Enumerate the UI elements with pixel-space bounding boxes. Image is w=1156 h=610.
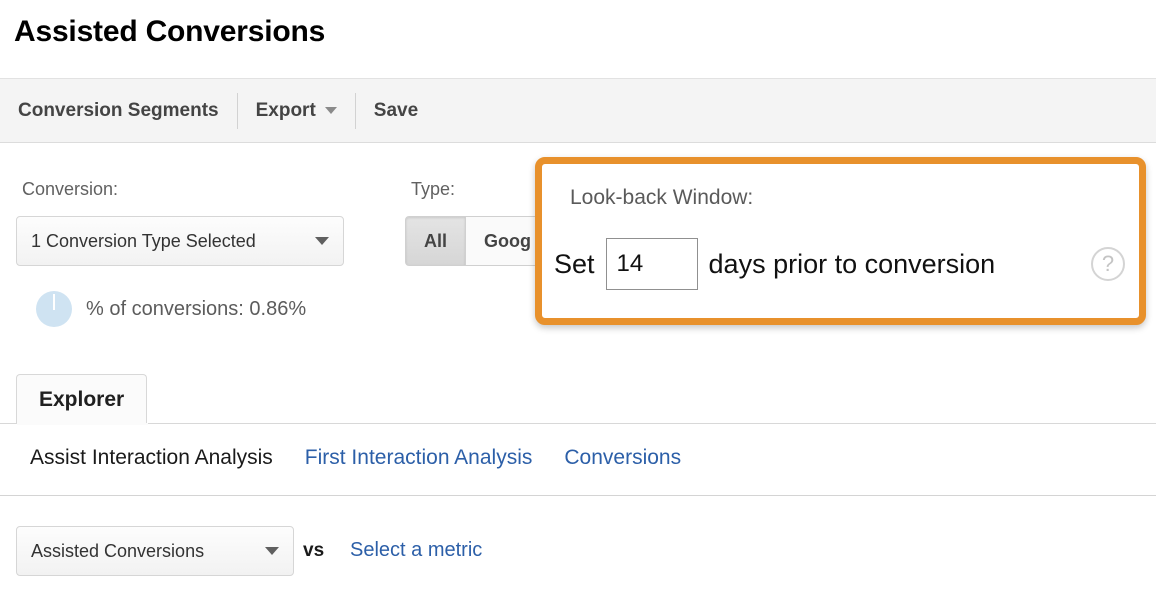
percent-of-conversions: % of conversions: 0.86% (36, 291, 306, 327)
type-field-label: Type: (411, 179, 456, 199)
look-back-window-row: Set days prior to conversion ? (554, 238, 1125, 290)
sublink-assist-interaction-analysis[interactable]: Assist Interaction Analysis (30, 446, 273, 470)
pie-chart-icon (36, 291, 72, 327)
export-button[interactable]: Export (238, 93, 355, 129)
look-back-suffix-label: days prior to conversion (708, 248, 996, 279)
chevron-down-icon (265, 547, 279, 555)
type-toggle-all[interactable]: All (405, 216, 467, 266)
type-toggle-all-label: All (424, 230, 448, 251)
analysis-link-row: Assist Interaction Analysis First Intera… (30, 446, 681, 470)
tab-bar-underline (0, 423, 1156, 424)
percent-of-conversions-label: % of conversions: 0.86% (86, 297, 307, 320)
page-title: Assisted Conversions (14, 15, 326, 48)
vs-label: vs (303, 540, 325, 561)
tab-active-indicator (17, 423, 148, 425)
type-toggle-group: All Goog (405, 216, 551, 266)
look-back-days-input[interactable] (605, 238, 698, 290)
content-divider (0, 495, 1156, 496)
conversion-segments-button[interactable]: Conversion Segments (0, 93, 237, 129)
look-back-window-callout: Look-back Window: Set days prior to conv… (535, 157, 1146, 325)
primary-metric-dropdown[interactable]: Assisted Conversions (16, 526, 294, 576)
export-label: Export (255, 99, 316, 121)
conversion-type-dropdown[interactable]: 1 Conversion Type Selected (16, 216, 344, 266)
conversion-type-dropdown-value: 1 Conversion Type Selected (31, 230, 256, 251)
main-toolbar: Conversion Segments Export Save (0, 78, 1156, 143)
save-label: Save (373, 99, 419, 121)
save-button[interactable]: Save (356, 93, 436, 129)
tab-explorer-label: Explorer (39, 387, 125, 411)
sublink-first-interaction-analysis[interactable]: First Interaction Analysis (305, 446, 533, 470)
help-glyph: ? (1101, 251, 1115, 276)
primary-metric-dropdown-value: Assisted Conversions (31, 540, 205, 561)
tab-explorer[interactable]: Explorer (16, 374, 148, 424)
conversion-field-label: Conversion: (22, 179, 119, 199)
select-a-metric-link[interactable]: Select a metric (350, 539, 482, 562)
sublink-conversions[interactable]: Conversions (564, 446, 681, 470)
look-back-window-label: Look-back Window: (570, 186, 754, 209)
type-toggle-google-ads-label: Goog (484, 230, 532, 251)
chevron-down-icon (324, 107, 337, 114)
conversion-segments-label: Conversion Segments (18, 99, 219, 121)
chevron-down-icon (315, 237, 329, 245)
help-circle-icon[interactable]: ? (1091, 247, 1125, 281)
metric-selector-row: Assisted Conversions vs Select a metric (0, 520, 1156, 582)
look-back-prefix-label: Set (554, 248, 595, 279)
tab-bar: Explorer (0, 374, 1156, 424)
